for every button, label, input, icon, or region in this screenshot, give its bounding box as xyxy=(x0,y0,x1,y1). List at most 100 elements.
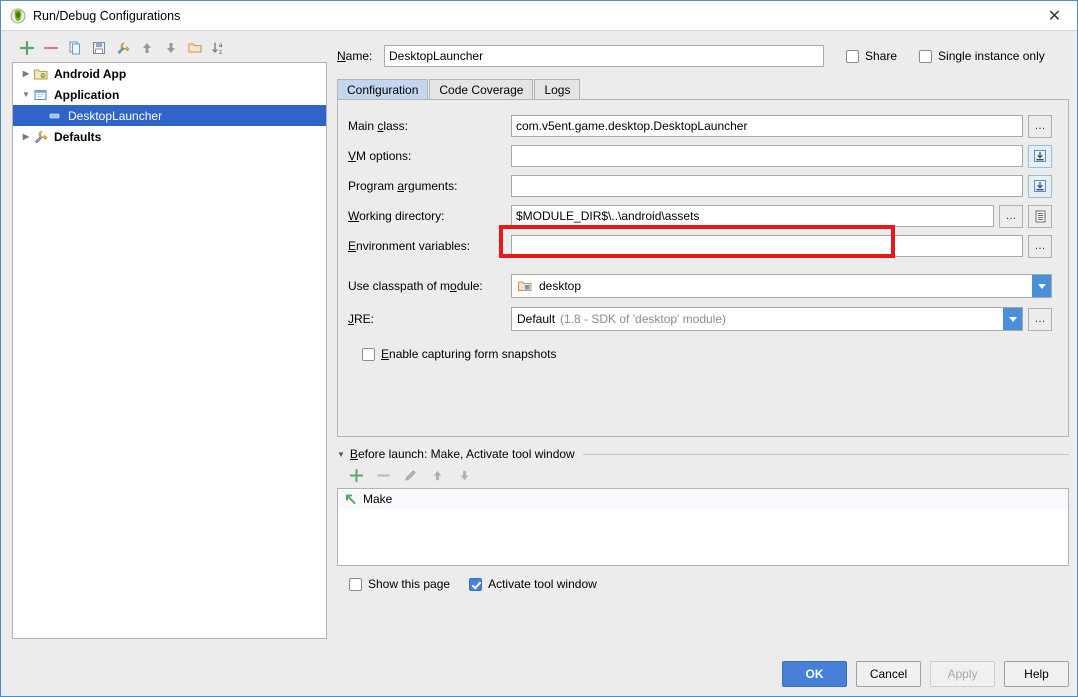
make-icon xyxy=(342,491,359,507)
use-classpath-of-module-label: Use classpath of module: xyxy=(348,279,483,293)
before-launch-remove-button[interactable] xyxy=(372,464,394,486)
configurations-tree-panel: a z ▶ Android App ▼ Application DesktopL… xyxy=(12,34,327,639)
before-launch-options-row: Show this page Activate tool window xyxy=(337,577,1069,591)
activate-tool-window-label: Activate tool window xyxy=(488,577,597,591)
working-directory-row: Working directory: … xyxy=(348,204,1052,228)
ok-button[interactable]: OK xyxy=(782,661,847,687)
editor-tabs: Configuration Code Coverage Logs xyxy=(337,78,1069,99)
main-class-label: Main class: xyxy=(348,119,409,133)
cancel-button[interactable]: Cancel xyxy=(856,661,921,687)
enable-capturing-row: Enable capturing form snapshots xyxy=(362,347,1052,361)
show-this-page-checkbox-box[interactable] xyxy=(349,577,362,591)
show-this-page-checkbox[interactable]: Show this page xyxy=(349,577,450,591)
share-checkbox[interactable]: Share xyxy=(846,49,897,63)
jre-label: JRE: xyxy=(348,312,375,326)
chevron-down-icon[interactable]: ▼ xyxy=(19,88,33,102)
tab-code-coverage[interactable]: Code Coverage xyxy=(429,79,534,99)
activate-tool-window-checkbox-box[interactable] xyxy=(469,577,483,591)
jre-value: Default xyxy=(517,312,556,326)
tree-toolbar: a z xyxy=(12,34,327,62)
divider xyxy=(582,453,1069,455)
copy-configuration-button[interactable] xyxy=(64,37,86,59)
sort-az-button[interactable]: a z xyxy=(208,37,230,59)
chevron-down-icon[interactable] xyxy=(1032,275,1051,297)
dialog-body: a z ▶ Android App ▼ Application DesktopL… xyxy=(1,31,1077,696)
use-classpath-of-module-combo[interactable]: desktop xyxy=(511,274,1052,298)
enable-capturing-checkbox[interactable]: Enable capturing form snapshots xyxy=(362,347,556,361)
tree-item-desktoplauncher[interactable]: DesktopLauncher xyxy=(13,105,326,126)
title-bar: Run/Debug Configurations ✕ xyxy=(1,1,1077,31)
environment-variables-browse-button[interactable]: … xyxy=(1028,234,1052,258)
name-input[interactable] xyxy=(384,45,824,67)
intellij-idea-icon xyxy=(10,8,26,24)
jre-combo[interactable]: Default (1.8 - SDK of 'desktop' module) xyxy=(511,307,1023,331)
working-directory-label: Working directory: xyxy=(348,209,445,223)
move-up-button[interactable] xyxy=(136,37,158,59)
vm-options-row: VM options: xyxy=(348,144,1052,168)
working-directory-macro-button[interactable] xyxy=(1028,204,1052,228)
remove-configuration-button[interactable] xyxy=(40,37,62,59)
dialog-footer: OK Cancel Apply Help xyxy=(782,661,1069,687)
before-launch-header: ▼ Before launch: Make, Activate tool win… xyxy=(337,446,1069,462)
android-app-icon xyxy=(33,66,49,82)
main-class-browse-button[interactable]: … xyxy=(1028,114,1052,138)
enable-capturing-checkbox-box[interactable] xyxy=(362,347,375,361)
before-launch-list[interactable]: Make xyxy=(337,488,1069,566)
vm-options-expand-button[interactable] xyxy=(1028,144,1052,168)
apply-button: Apply xyxy=(930,661,995,687)
tab-logs[interactable]: Logs xyxy=(534,79,581,99)
working-directory-browse-button[interactable]: … xyxy=(999,204,1023,228)
program-arguments-input[interactable] xyxy=(511,175,1023,197)
window-title: Run/Debug Configurations xyxy=(33,8,181,23)
working-directory-input[interactable] xyxy=(511,205,994,227)
edit-defaults-button[interactable] xyxy=(112,37,134,59)
chevron-down-icon[interactable] xyxy=(1003,308,1022,330)
single-instance-checkbox-label: Single instance only xyxy=(938,49,1045,63)
use-classpath-of-module-value: desktop xyxy=(539,279,582,293)
show-this-page-label: Show this page xyxy=(368,577,451,591)
single-instance-checkbox-box[interactable] xyxy=(919,49,933,63)
chevron-right-icon[interactable]: ▶ xyxy=(19,67,33,81)
tree-item-defaults[interactable]: ▶ Defaults xyxy=(13,126,326,147)
before-launch-add-button[interactable] xyxy=(345,464,367,486)
tree-item-label: DesktopLauncher xyxy=(68,108,163,123)
tab-configuration[interactable]: Configuration xyxy=(337,79,429,99)
vm-options-input[interactable] xyxy=(511,145,1023,167)
help-button[interactable]: Help xyxy=(1004,661,1069,687)
name-row: Name: Share Single instance only xyxy=(337,43,1069,69)
activate-tool-window-checkbox[interactable]: Activate tool window xyxy=(469,577,597,591)
svg-text:a: a xyxy=(219,43,223,49)
before-launch-item-label: Make xyxy=(363,492,393,506)
jre-row: JRE: Default (1.8 - SDK of 'desktop' mod… xyxy=(348,307,1052,331)
before-launch-move-up-button[interactable] xyxy=(426,464,448,486)
environment-variables-input[interactable] xyxy=(511,235,1023,257)
jre-browse-button[interactable]: … xyxy=(1028,307,1052,331)
chevron-right-icon[interactable]: ▶ xyxy=(19,130,33,144)
configuration-tab-panel: Main class: … VM options: xyxy=(337,99,1069,437)
new-folder-button[interactable] xyxy=(184,37,206,59)
before-launch-move-down-button[interactable] xyxy=(453,464,475,486)
jre-value-hint: (1.8 - SDK of 'desktop' module) xyxy=(560,312,727,326)
tree-item-label: Application xyxy=(54,87,120,102)
move-down-button[interactable] xyxy=(160,37,182,59)
main-class-input[interactable] xyxy=(511,115,1023,137)
configuration-editor-panel: Name: Share Single instance only Configu… xyxy=(337,33,1069,696)
add-configuration-button[interactable] xyxy=(16,37,38,59)
share-checkbox-box[interactable] xyxy=(846,49,859,63)
program-arguments-expand-button[interactable] xyxy=(1028,174,1052,198)
tree-item-android-app[interactable]: ▶ Android App xyxy=(13,63,326,84)
tree-item-label: Defaults xyxy=(54,129,102,144)
tree-item-application[interactable]: ▼ Application xyxy=(13,84,326,105)
run-config-icon xyxy=(47,108,63,124)
chevron-down-icon[interactable]: ▼ xyxy=(337,450,345,459)
configurations-tree[interactable]: ▶ Android App ▼ Application DesktopLaunc… xyxy=(12,62,327,639)
environment-variables-row: Environment variables: … xyxy=(348,234,1052,258)
use-classpath-of-module-row: Use classpath of module: desktop xyxy=(348,274,1052,298)
before-launch-title: Before launch: Make, Activate tool windo… xyxy=(349,447,575,461)
single-instance-checkbox[interactable]: Single instance only xyxy=(919,49,1045,63)
program-arguments-row: Program arguments: xyxy=(348,174,1052,198)
save-configuration-button[interactable] xyxy=(88,37,110,59)
list-item[interactable]: Make xyxy=(338,489,1068,509)
close-icon[interactable]: ✕ xyxy=(1032,1,1077,30)
before-launch-edit-button[interactable] xyxy=(399,464,421,486)
